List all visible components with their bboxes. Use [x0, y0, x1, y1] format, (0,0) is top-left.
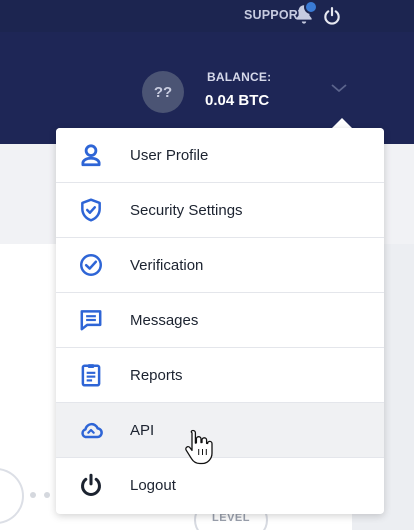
user-icon: [81, 144, 101, 167]
menu-item-logout[interactable]: Logout: [56, 458, 384, 513]
menu-item-security-settings[interactable]: Security Settings: [56, 183, 384, 238]
balance-label: BALANCE:: [207, 70, 272, 84]
menu-item-messages[interactable]: Messages: [56, 293, 384, 348]
message-icon: [80, 310, 102, 331]
progress-dot: [44, 492, 50, 498]
progress-dot: [30, 492, 36, 498]
menu-item-label: Messages: [130, 312, 199, 329]
menu-item-user-profile[interactable]: User Profile: [56, 128, 384, 183]
menu-item-label: User Profile: [130, 147, 209, 164]
menu-item-verification[interactable]: Verification: [56, 238, 384, 293]
chevron-down-icon[interactable]: [330, 82, 348, 94]
account-dropdown-menu: User Profile Security Settings Verificat…: [56, 128, 384, 514]
cloud-icon: [81, 422, 103, 439]
menu-item-reports[interactable]: Reports: [56, 348, 384, 403]
dropdown-caret: [332, 118, 352, 128]
top-bar: SUPPORT: [0, 0, 414, 32]
check-circle-icon: [80, 254, 102, 276]
notification-badge: [304, 0, 318, 14]
balance-value: 0.04 BTC: [205, 92, 270, 109]
menu-item-api[interactable]: API: [56, 403, 384, 458]
shield-icon: [81, 198, 101, 222]
menu-item-label: Reports: [130, 367, 183, 384]
menu-item-label: API: [130, 422, 155, 439]
menu-item-label: Logout: [130, 477, 176, 494]
menu-item-label: Security Settings: [130, 202, 243, 219]
power-icon: [81, 473, 101, 496]
avatar[interactable]: ??: [142, 71, 184, 113]
hand-cursor-icon: [185, 429, 213, 465]
menu-item-label: Verification: [130, 257, 204, 274]
power-icon[interactable]: [322, 6, 342, 26]
clipboard-icon: [81, 364, 101, 387]
